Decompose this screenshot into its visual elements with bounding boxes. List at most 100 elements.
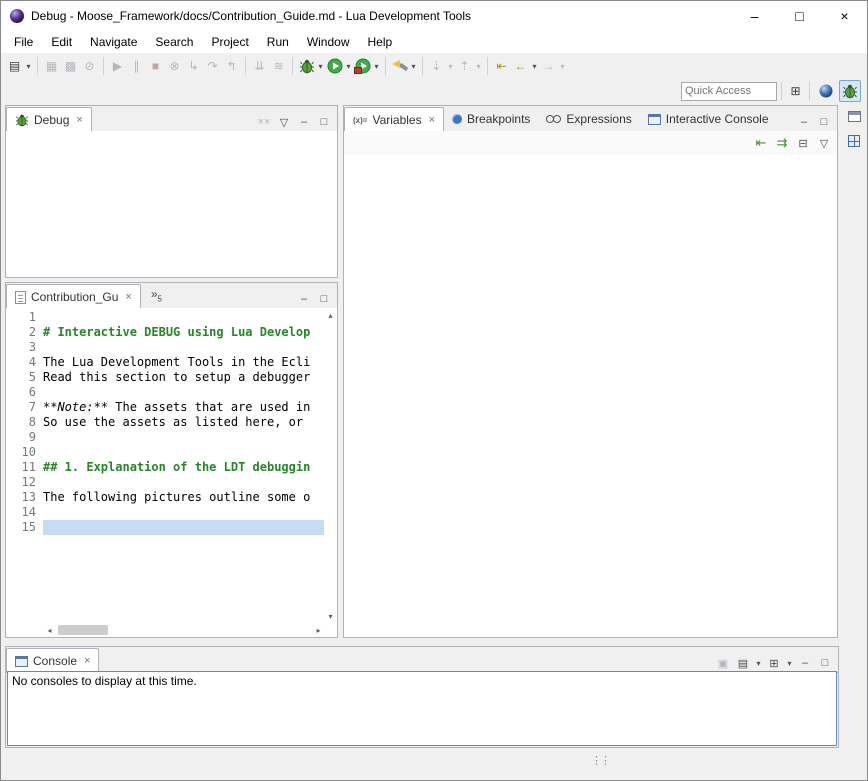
hidden-editors-chevron[interactable]: »5 <box>151 287 162 303</box>
run-dropdown-icon[interactable]: ▾ <box>344 62 353 71</box>
back-dropdown-icon[interactable]: ▾ <box>530 62 539 71</box>
scroll-down-icon[interactable]: ▾ <box>324 609 337 623</box>
console-empty-message: No consoles to display at this time. <box>12 674 197 688</box>
editor-vertical-scrollbar[interactable]: ▴ ▾ <box>324 308 337 623</box>
variables-view-tabrow: (x)= Variables × Breakpoints Expressions… <box>344 106 837 132</box>
tab-variables[interactable]: (x)= Variables × <box>344 107 444 132</box>
debug-view-maximize-icon[interactable]: □ <box>315 113 333 131</box>
new-wizard-dropdown-icon[interactable]: ▾ <box>24 62 33 71</box>
skip-all-breakpoints-icon[interactable]: ⊘ <box>81 56 98 76</box>
menu-search[interactable]: Search <box>146 33 202 51</box>
toolbar-separator <box>781 82 782 100</box>
forward-dropdown-icon[interactable]: ▾ <box>558 62 567 71</box>
tab-debug[interactable]: Debug × <box>6 107 92 132</box>
last-edit-location-icon[interactable]: ⇤ <box>493 56 510 76</box>
scroll-up-icon[interactable]: ▴ <box>324 308 337 322</box>
editor-horizontal-scrollbar[interactable]: ◂ ▸ <box>43 623 325 637</box>
disconnect-icon[interactable]: ⊗ <box>166 56 183 76</box>
close-window-button[interactable]: × <box>822 1 867 31</box>
console-maximize-icon[interactable]: □ <box>816 654 834 672</box>
suspend-icon[interactable]: ∥ <box>128 56 145 76</box>
tab-debug-close-icon[interactable]: × <box>76 114 82 126</box>
menu-project[interactable]: Project <box>202 33 257 51</box>
external-tools-icon[interactable] <box>354 56 371 76</box>
variables-view-menu-icon[interactable]: ▽ <box>815 134 833 152</box>
use-step-filters-icon[interactable]: ≋ <box>270 56 287 76</box>
tab-console[interactable]: Console × <box>6 648 99 673</box>
horizontal-scroll-track[interactable] <box>56 623 312 637</box>
variables-view-maximize-icon[interactable]: □ <box>815 113 833 131</box>
tab-contribution-guide[interactable]: Contribution_Gu × <box>6 284 141 309</box>
back-icon[interactable]: ← <box>512 56 529 76</box>
new-wizard-icon[interactable]: ▤ <box>6 56 23 76</box>
debug-perspective-button[interactable] <box>839 80 861 102</box>
menu-navigate[interactable]: Navigate <box>81 33 146 51</box>
restore-minimized-view-icon[interactable] <box>848 111 861 125</box>
menu-file[interactable]: File <box>5 33 42 51</box>
step-into-icon[interactable]: ↳ <box>185 56 202 76</box>
pin-console-icon[interactable]: ▣ <box>714 654 732 672</box>
terminate-icon[interactable]: ■ <box>147 56 164 76</box>
collapse-all-icon[interactable]: ⊟ <box>794 134 812 152</box>
hidden-editors-count: 5 <box>158 295 162 304</box>
show-type-names-icon[interactable]: ⇤ <box>752 134 770 152</box>
remove-all-terminated-icon[interactable]: ×× <box>255 113 273 131</box>
step-return-icon[interactable]: ↰ <box>223 56 240 76</box>
step-over-icon[interactable]: ↷ <box>204 56 221 76</box>
menu-window[interactable]: Window <box>298 33 359 51</box>
open-perspective-icon[interactable]: ⊞ <box>787 81 804 101</box>
scroll-left-icon[interactable]: ◂ <box>43 623 56 637</box>
search-dropdown-icon[interactable]: ▾ <box>409 62 418 71</box>
trim-drag-handle[interactable]: ⋮⋮ <box>591 754 609 767</box>
minimize-window-button[interactable]: – <box>732 1 777 31</box>
debug-icon[interactable] <box>298 56 315 76</box>
drop-to-frame-icon[interactable]: ⇊ <box>251 56 268 76</box>
debug-dropdown-icon[interactable]: ▾ <box>316 62 325 71</box>
minimized-view-icon[interactable] <box>848 135 860 150</box>
quick-access-input[interactable] <box>681 82 777 101</box>
show-logical-structures-icon[interactable]: ⇉ <box>773 134 791 152</box>
tab-console-close-icon[interactable]: × <box>84 655 90 667</box>
editor-maximize-icon[interactable]: □ <box>315 290 333 308</box>
search-icon[interactable] <box>391 56 408 76</box>
menu-run[interactable]: Run <box>258 33 298 51</box>
tab-contribution-guide-close-icon[interactable]: × <box>125 291 131 303</box>
ldt-perspective-button[interactable] <box>815 80 837 102</box>
previous-annotation-icon[interactable]: ⇡ <box>456 56 473 76</box>
variables-view-minimize-icon[interactable]: – <box>795 113 813 131</box>
forward-icon[interactable]: → <box>540 56 557 76</box>
horizontal-scroll-thumb[interactable] <box>58 625 108 635</box>
display-console-dropdown-icon[interactable]: ▾ <box>754 659 763 668</box>
tab-breakpoints[interactable]: Breakpoints <box>444 107 538 131</box>
save-icon[interactable]: ▦ <box>43 56 60 76</box>
debug-view-tabrow: Debug × ×× ▽ – □ <box>6 106 337 132</box>
code-area[interactable]: 1 2# Interactive DEBUG using Lua Develop… <box>6 308 324 623</box>
run-icon[interactable] <box>326 56 343 76</box>
app-icon <box>9 8 25 24</box>
previous-annotation-dropdown-icon[interactable]: ▾ <box>474 62 483 71</box>
console-body[interactable]: No consoles to display at this time. <box>7 671 837 746</box>
tab-interactive-console[interactable]: Interactive Console <box>640 107 777 131</box>
menu-edit[interactable]: Edit <box>42 33 81 51</box>
open-console-icon[interactable]: ⊞ <box>765 654 783 672</box>
external-tools-dropdown-icon[interactable]: ▾ <box>372 62 381 71</box>
console-minimize-icon[interactable]: – <box>796 654 814 672</box>
next-annotation-icon[interactable]: ⇣ <box>428 56 445 76</box>
code-line: 5Read this section to setup a debugger <box>6 370 324 385</box>
debug-view-minimize-icon[interactable]: – <box>295 113 313 131</box>
tab-expressions[interactable]: Expressions <box>538 107 639 131</box>
save-all-icon[interactable]: ▩ <box>62 56 79 76</box>
scroll-right-icon[interactable]: ▸ <box>312 623 325 637</box>
display-selected-console-icon[interactable]: ▤ <box>734 654 752 672</box>
interactive-console-icon <box>648 114 661 125</box>
code-line-current: 15 <box>6 520 324 535</box>
perspective-toolbar: ⊞ <box>1 79 867 103</box>
resume-icon[interactable]: ▶ <box>109 56 126 76</box>
next-annotation-dropdown-icon[interactable]: ▾ <box>446 62 455 71</box>
menu-help[interactable]: Help <box>359 33 402 51</box>
open-console-dropdown-icon[interactable]: ▾ <box>785 659 794 668</box>
editor-minimize-icon[interactable]: – <box>295 290 313 308</box>
maximize-window-button[interactable]: □ <box>777 1 822 31</box>
debug-view-menu-icon[interactable]: ▽ <box>275 113 293 131</box>
tab-variables-close-icon[interactable]: × <box>429 114 435 126</box>
